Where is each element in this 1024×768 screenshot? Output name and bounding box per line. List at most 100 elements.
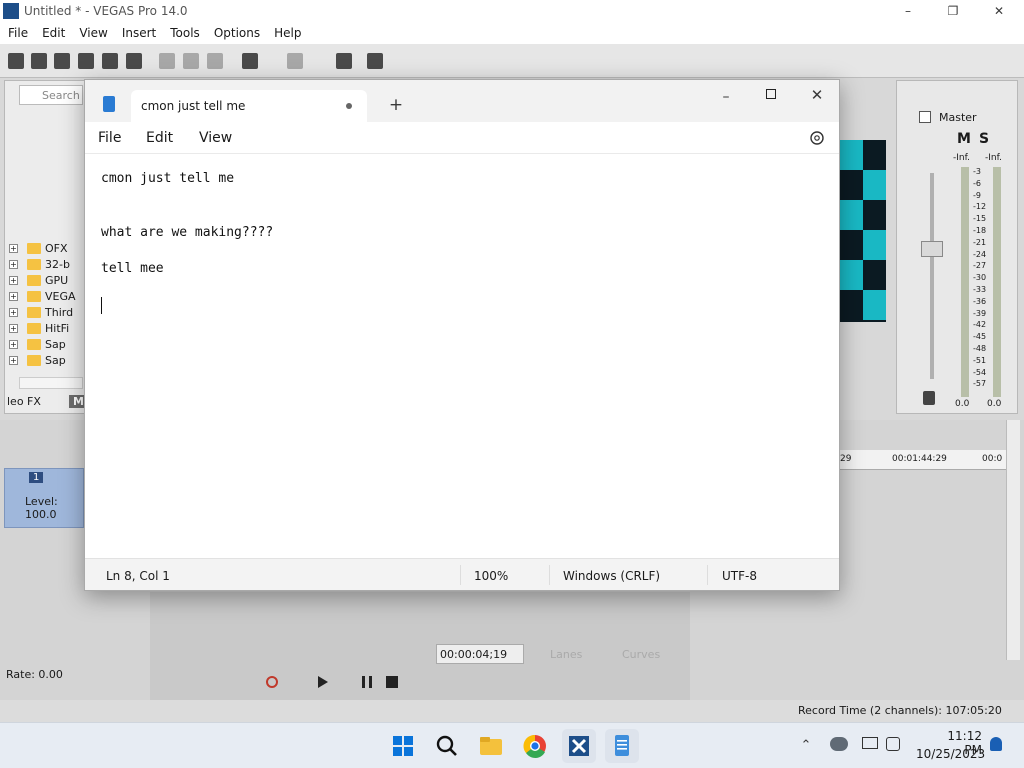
open-icon[interactable] — [31, 53, 47, 69]
explorer-search-placeholder: Search — [42, 89, 80, 102]
mute-button[interactable]: M — [957, 131, 971, 147]
close-icon[interactable]: ✕ — [989, 2, 1009, 20]
tree-folder[interactable]: Sap — [27, 337, 87, 351]
speaker-muted-icon[interactable] — [886, 737, 900, 751]
notepad-taskbar-icon[interactable] — [605, 729, 639, 763]
expander-icon[interactable]: + — [9, 292, 18, 301]
master-checkbox[interactable] — [919, 111, 931, 123]
menu-insert[interactable]: Insert — [122, 26, 156, 40]
pause-icon[interactable] — [362, 676, 372, 688]
restore-icon[interactable]: ❐ — [943, 2, 963, 20]
cut-icon[interactable] — [159, 53, 175, 69]
track-level: Level: 100.0 — [25, 495, 58, 521]
tree-folder[interactable]: Sap — [27, 353, 87, 367]
save-icon[interactable] — [54, 53, 70, 69]
notepad-tabbar: cmon just tell me + – ✕ — [85, 80, 839, 122]
record-icon[interactable] — [266, 676, 278, 688]
explorer-search-box[interactable]: Search — [19, 85, 83, 105]
onedrive-icon[interactable] — [830, 737, 848, 751]
tree-folder[interactable]: HitFi — [27, 321, 87, 335]
notification-bell-icon[interactable] — [990, 737, 1002, 751]
stop-icon[interactable] — [386, 676, 398, 688]
notepad-minimize-icon[interactable]: – — [715, 86, 737, 108]
meter-scale-label: -18 — [973, 226, 987, 235]
meter-scale-label: -33 — [973, 285, 987, 294]
expander-icon[interactable]: + — [9, 340, 18, 349]
menu-options[interactable]: Options — [214, 26, 260, 40]
explorer-tab-video-fx[interactable]: leo FX — [7, 395, 41, 408]
expander-icon[interactable]: + — [9, 324, 18, 333]
explorer-panel: Search + OFX + 32-b + GPU + VEGA + Third… — [4, 80, 96, 414]
minimize-icon[interactable]: – — [898, 2, 918, 20]
curves-button[interactable]: Curves — [622, 648, 660, 661]
solo-button[interactable]: S — [979, 131, 989, 147]
tree-folder[interactable]: VEGA — [27, 289, 87, 303]
unsaved-dot-icon[interactable] — [346, 103, 352, 109]
menu-file[interactable]: File — [8, 26, 28, 40]
notepad-window: cmon just tell me + – ✕ File Edit View c… — [84, 79, 840, 591]
track-header[interactable]: 1 Level: 100.0 — [4, 468, 84, 528]
tree-folder[interactable]: GPU — [27, 273, 87, 287]
clock-date[interactable]: 10/25/2023 — [916, 747, 985, 761]
expander-icon[interactable]: + — [9, 276, 18, 285]
tree-folder[interactable]: 32-b — [27, 257, 87, 271]
properties-icon[interactable] — [126, 53, 142, 69]
expander-icon[interactable]: + — [9, 260, 18, 269]
play-icon[interactable] — [318, 676, 328, 688]
show-hidden-icons-chevron-icon[interactable]: ⌃ — [796, 735, 816, 755]
monitor-icon[interactable] — [862, 737, 878, 749]
notepad-close-icon[interactable]: ✕ — [806, 84, 828, 106]
meter-scale-label: -30 — [973, 273, 987, 283]
meter-scale-label: -36 — [973, 296, 987, 306]
enable-snapping-icon[interactable] — [336, 53, 352, 69]
expander-icon[interactable]: + — [9, 244, 18, 253]
chrome-icon[interactable] — [518, 729, 552, 763]
meter-right — [993, 167, 1001, 397]
settings-gear-icon[interactable] — [808, 129, 826, 147]
copy-icon[interactable] — [183, 53, 199, 69]
notepad-menu-view[interactable]: View — [199, 130, 232, 146]
tree-folder-label: 32-b — [45, 257, 70, 271]
paste-icon[interactable] — [207, 53, 223, 69]
undo-icon[interactable] — [242, 53, 258, 69]
zoom-level[interactable]: 100% — [474, 569, 508, 583]
vegas-pro-icon[interactable] — [562, 729, 596, 763]
render-icon[interactable] — [102, 53, 118, 69]
lock-icon[interactable] — [923, 391, 935, 405]
whats-this-help-icon[interactable] — [367, 53, 383, 69]
notepad-menu-file[interactable]: File — [98, 130, 121, 146]
redo-icon[interactable] — [287, 53, 303, 69]
file-explorer-icon[interactable] — [474, 729, 508, 763]
preview-tile — [863, 140, 886, 170]
menu-tools[interactable]: Tools — [170, 26, 200, 40]
text-line: what are we making???? — [101, 225, 274, 240]
notepad-tab[interactable]: cmon just tell me — [131, 90, 367, 122]
line-ending[interactable]: Windows (CRLF) — [563, 569, 660, 583]
status-divider — [460, 565, 461, 585]
master-fader-thumb[interactable] — [921, 241, 943, 257]
tree-folder[interactable]: Third — [27, 305, 87, 319]
tree-folder[interactable]: OFX — [27, 241, 87, 255]
search-icon[interactable] — [430, 729, 464, 763]
notepad-tab-title: cmon just tell me — [141, 99, 246, 113]
encoding[interactable]: UTF-8 — [722, 569, 757, 583]
timecode-field[interactable]: 00:00:04;19 — [436, 644, 524, 664]
new-project-icon[interactable] — [8, 53, 24, 69]
menu-edit[interactable]: Edit — [42, 26, 65, 40]
menu-view[interactable]: View — [79, 26, 107, 40]
menu-help[interactable]: Help — [274, 26, 301, 40]
vegas-menubar: File Edit View Insert Tools Options Help — [0, 22, 1024, 44]
timeline-vertical-scrollbar[interactable] — [1006, 420, 1020, 660]
new-tab-button[interactable]: + — [385, 94, 407, 116]
level-left: 0.0 — [955, 399, 970, 409]
notepad-menu-edit[interactable]: Edit — [146, 130, 173, 146]
notepad-text-area[interactable]: cmon just tell me what are we making????… — [85, 155, 839, 558]
lanes-button[interactable]: Lanes — [550, 648, 582, 661]
preview-tile — [840, 260, 863, 290]
notepad-maximize-icon[interactable] — [766, 89, 776, 99]
expander-icon[interactable]: + — [9, 356, 18, 365]
explorer-scrollbar[interactable] — [19, 377, 83, 389]
expander-icon[interactable]: + — [9, 308, 18, 317]
start-button-icon[interactable] — [386, 729, 420, 763]
save-as-icon[interactable] — [78, 53, 94, 69]
